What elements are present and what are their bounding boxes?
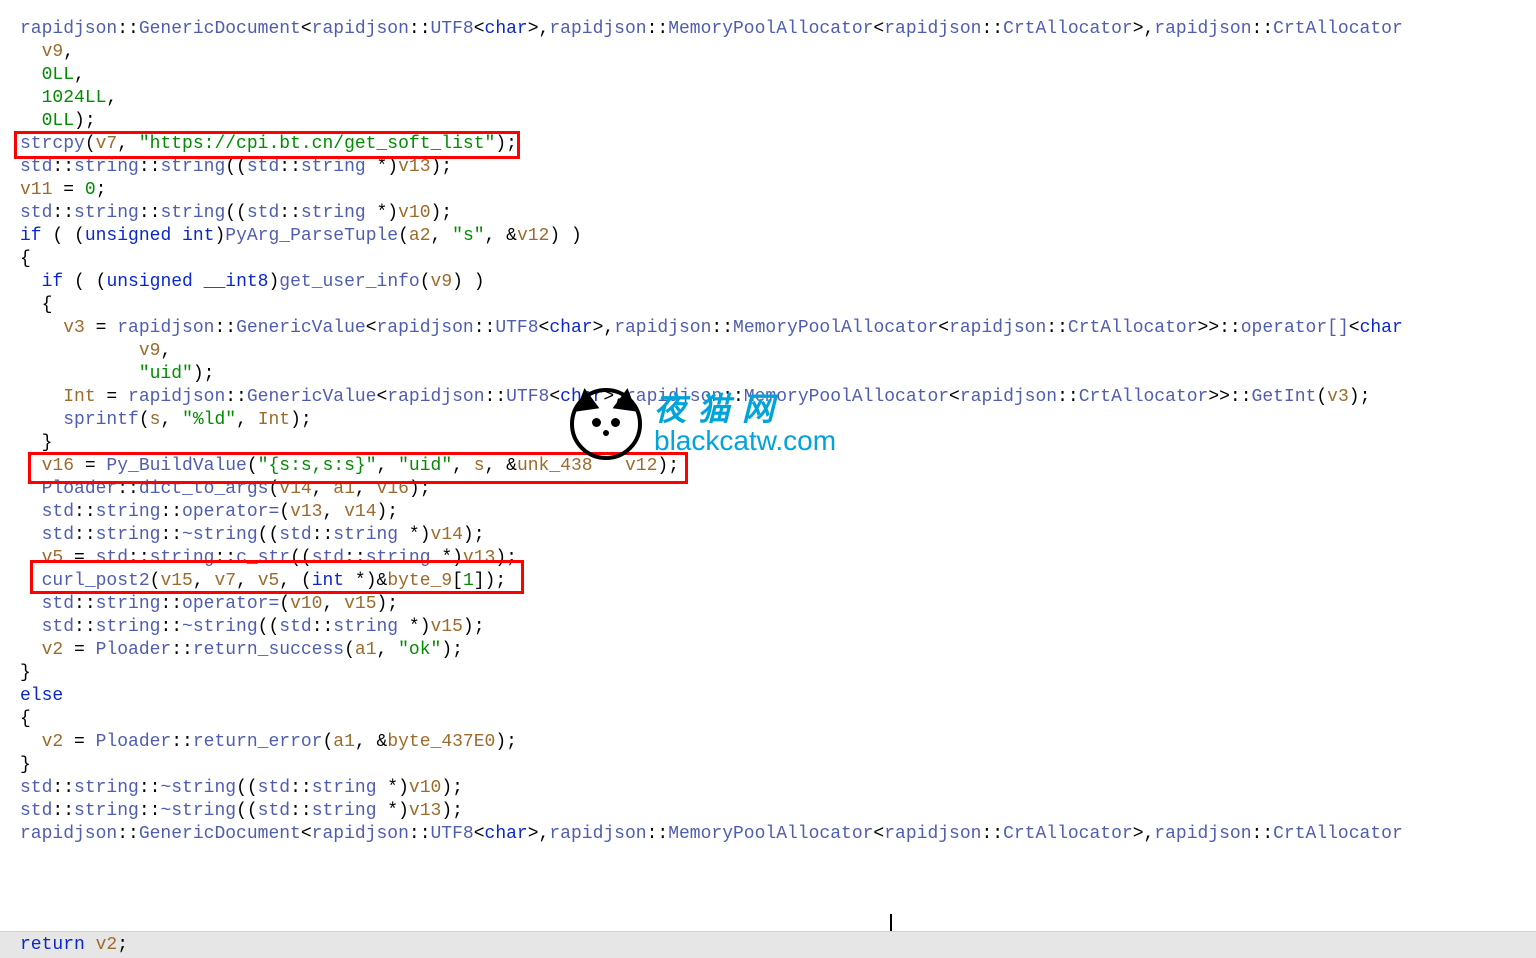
- status-return: return: [20, 934, 85, 957]
- status-bar: return v2;: [0, 931, 1536, 958]
- url-literal: "https://cpi.bt.cn/get_soft_list": [139, 134, 495, 154]
- status-semi: ;: [117, 934, 128, 957]
- status-var: v2: [96, 934, 118, 957]
- func-curl-post2: curl_post2: [42, 571, 150, 591]
- code-block: rapidjson::GenericDocument<rapidjson::UT…: [0, 0, 1536, 850]
- cls: GenericDocument: [139, 19, 301, 39]
- ns: rapidjson: [20, 19, 117, 39]
- func-strcpy: strcpy: [20, 134, 85, 154]
- func-py-buildvalue: Py_BuildValue: [106, 456, 246, 476]
- decompiler-view: rapidjson::GenericDocument<rapidjson::UT…: [0, 0, 1536, 958]
